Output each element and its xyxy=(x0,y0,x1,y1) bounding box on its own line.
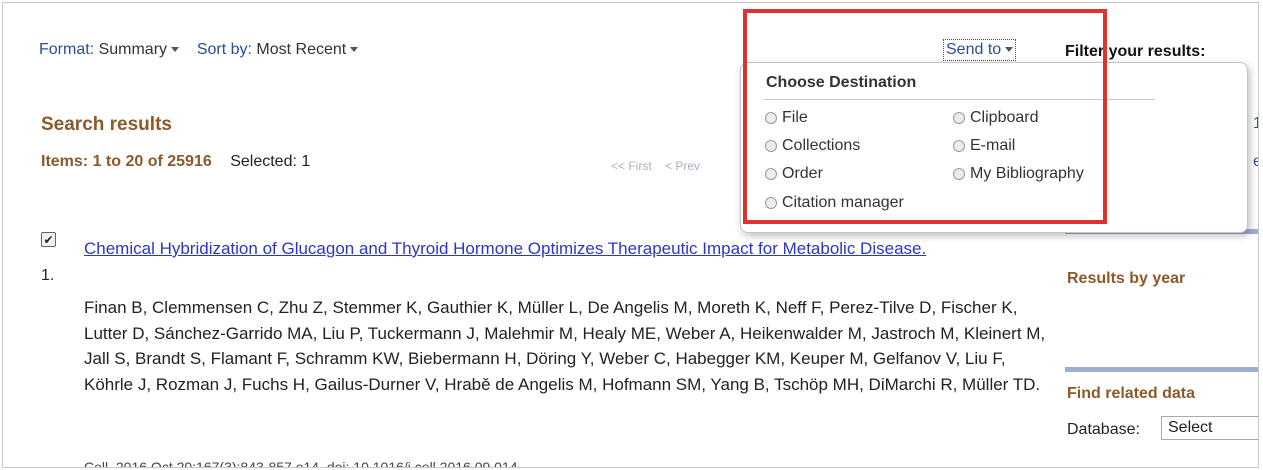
destination-label: File xyxy=(782,109,808,126)
results-count: Items: 1 to 20 of 25916 Selected: 1 xyxy=(41,153,310,171)
send-to-label: Send to xyxy=(946,41,1002,58)
results-by-year-heading: Results by year xyxy=(1067,270,1186,287)
sort-value: Most Recent xyxy=(256,41,347,58)
destination-my-bibliography-option[interactable]: My Bibliography xyxy=(953,165,1084,183)
radio-icon[interactable] xyxy=(765,112,777,124)
pagination: << First < Prev xyxy=(611,159,700,173)
destination-email-option[interactable]: E-mail xyxy=(953,137,1015,155)
radio-icon[interactable] xyxy=(953,140,965,152)
sort-dropdown[interactable]: Sort by: Most Recent xyxy=(196,41,359,58)
chevron-down-icon xyxy=(171,47,180,53)
filter-results-heading: Filter your results: xyxy=(1065,43,1206,60)
destination-collections-option[interactable]: Collections xyxy=(765,137,860,155)
radio-icon[interactable] xyxy=(765,197,777,209)
format-value: Summary xyxy=(98,41,168,58)
choose-destination-title: Choose Destination xyxy=(766,74,917,91)
right-link-fragment[interactable]: e xyxy=(1253,153,1258,171)
destination-order-option[interactable]: Order xyxy=(765,165,823,183)
destination-citation-manager-option[interactable]: Citation manager xyxy=(765,194,904,212)
radio-icon[interactable] xyxy=(953,168,965,180)
display-settings: Format: Summary Sort by: Most Recent xyxy=(39,41,359,59)
destination-file-option[interactable]: File xyxy=(765,109,808,127)
radio-icon[interactable] xyxy=(765,168,777,180)
destination-label: Order xyxy=(782,165,823,182)
result-checkbox[interactable]: ✔ xyxy=(41,232,56,247)
destination-label: Clipboard xyxy=(970,109,1039,126)
send-to-popup: Choose Destination File Collections Orde… xyxy=(740,62,1248,233)
find-related-data-heading: Find related data xyxy=(1067,385,1196,402)
selected-count: Selected: 1 xyxy=(230,153,311,170)
format-label: Format: xyxy=(39,41,95,58)
send-to-button[interactable]: Send to xyxy=(943,39,1017,61)
result-title-link[interactable]: Chemical Hybridization of Glucagon and T… xyxy=(84,233,984,265)
result-number: 1. xyxy=(41,267,55,284)
items-range: Items: 1 to 20 of 25916 xyxy=(41,153,212,170)
popup-divider xyxy=(763,99,1155,100)
destination-label: E-mail xyxy=(970,137,1016,154)
result-authors: Finan B, Clemmensen C, Zhu Z, Stemmer K,… xyxy=(84,298,1046,395)
destination-label: Citation manager xyxy=(782,194,904,211)
chevron-down-icon xyxy=(1005,47,1014,53)
prev-page-link[interactable]: < Prev xyxy=(665,159,700,173)
result-citation: Cell. 2016 Oct 20;167(3):843-857.e14. do… xyxy=(84,459,522,468)
format-dropdown[interactable]: Format: Summary xyxy=(39,41,183,58)
right-link-fragment[interactable]: 18 xyxy=(1253,115,1258,133)
pubmed-results-page: Format: Summary Sort by: Most Recent Sen… xyxy=(2,2,1259,468)
database-select[interactable]: Select xyxy=(1161,416,1258,440)
destination-label: My Bibliography xyxy=(970,165,1084,182)
checkmark-icon: ✔ xyxy=(43,232,54,247)
destination-clipboard-option[interactable]: Clipboard xyxy=(953,109,1038,127)
chevron-down-icon xyxy=(350,47,359,53)
right-divider xyxy=(1065,367,1258,372)
radio-icon[interactable] xyxy=(953,112,965,124)
radio-icon[interactable] xyxy=(765,140,777,152)
database-label: Database: xyxy=(1067,421,1140,438)
first-page-link[interactable]: << First xyxy=(611,159,652,173)
destination-label: Collections xyxy=(782,137,861,154)
search-results-heading: Search results xyxy=(41,114,172,135)
sort-label: Sort by: xyxy=(196,41,252,58)
